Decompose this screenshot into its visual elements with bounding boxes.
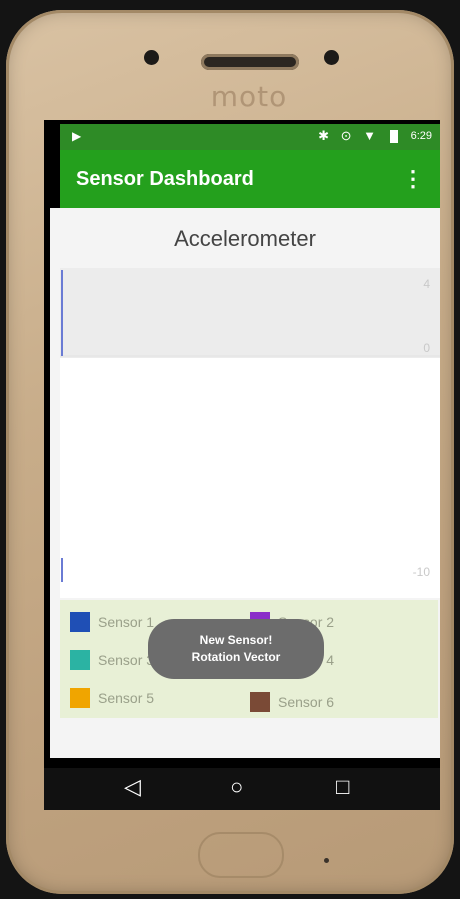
legend-item: Sensor 6	[250, 692, 334, 712]
front-camera-icon	[324, 50, 339, 65]
fingerprint-home-key[interactable]	[198, 832, 284, 878]
accelerometer-chart[interactable]: 4 0 -10	[60, 268, 440, 598]
phone-body: moto ▶ ✱ ⊙ ▼ 6:29 Sensor Dashboard ⋮ Acc…	[6, 10, 454, 894]
play-store-icon: ▶	[72, 129, 82, 143]
toast-line-2: Rotation Vector	[191, 650, 281, 664]
legend-label: Sensor 5	[98, 690, 155, 706]
y-tick-label: -10	[413, 565, 431, 579]
toast-notification: New Sensor! Rotation Vector	[148, 619, 324, 679]
overflow-menu-icon[interactable]: ⋮	[402, 166, 424, 192]
home-button-icon[interactable]: ○	[230, 774, 243, 800]
proximity-sensor-icon	[144, 50, 159, 65]
back-button-icon[interactable]: ◁	[124, 774, 141, 800]
status-bar: ▶ ✱ ⊙ ▼ 6:29	[60, 124, 440, 150]
legend-swatch	[250, 692, 270, 712]
legend-label: Sensor 6	[278, 694, 335, 710]
battery-icon	[390, 130, 398, 143]
earpiece-speaker	[201, 54, 299, 70]
plot-band-top	[60, 268, 440, 358]
legend-swatch	[70, 650, 90, 670]
legend-item: Sensor 5	[70, 688, 154, 708]
phone-screen: ▶ ✱ ⊙ ▼ 6:29 Sensor Dashboard ⋮ Accelero…	[44, 120, 440, 810]
legend-item: Sensor 3	[70, 650, 154, 670]
recent-apps-button-icon[interactable]: □	[336, 774, 349, 800]
microphone-icon	[324, 858, 329, 863]
app-bar: Sensor Dashboard ⋮	[60, 150, 440, 208]
system-nav-bar: ◁ ○ □	[44, 768, 440, 810]
legend-label: Sensor 1	[98, 614, 155, 630]
chart-svg: 4 0 -10	[60, 268, 440, 598]
brand-logo: moto	[210, 80, 288, 113]
y-tick-label: 0	[423, 341, 430, 355]
chart-title: Accelerometer	[174, 226, 316, 251]
status-time: 6:29	[410, 130, 432, 142]
app-title: Sensor Dashboard	[76, 168, 254, 190]
legend-item: Sensor 1	[70, 612, 154, 632]
toast-line-1: New Sensor!	[199, 633, 273, 647]
status-icons: ✱ ⊙ ▼	[318, 128, 380, 143]
dashboard-content: Accelerometer 4 0 -10 Sensor 1 2 Sensor …	[50, 208, 440, 758]
legend-swatch	[70, 688, 90, 708]
legend-swatch	[70, 612, 90, 632]
legend-label: Sensor 3	[98, 652, 155, 668]
y-tick-label: 4	[423, 277, 430, 291]
